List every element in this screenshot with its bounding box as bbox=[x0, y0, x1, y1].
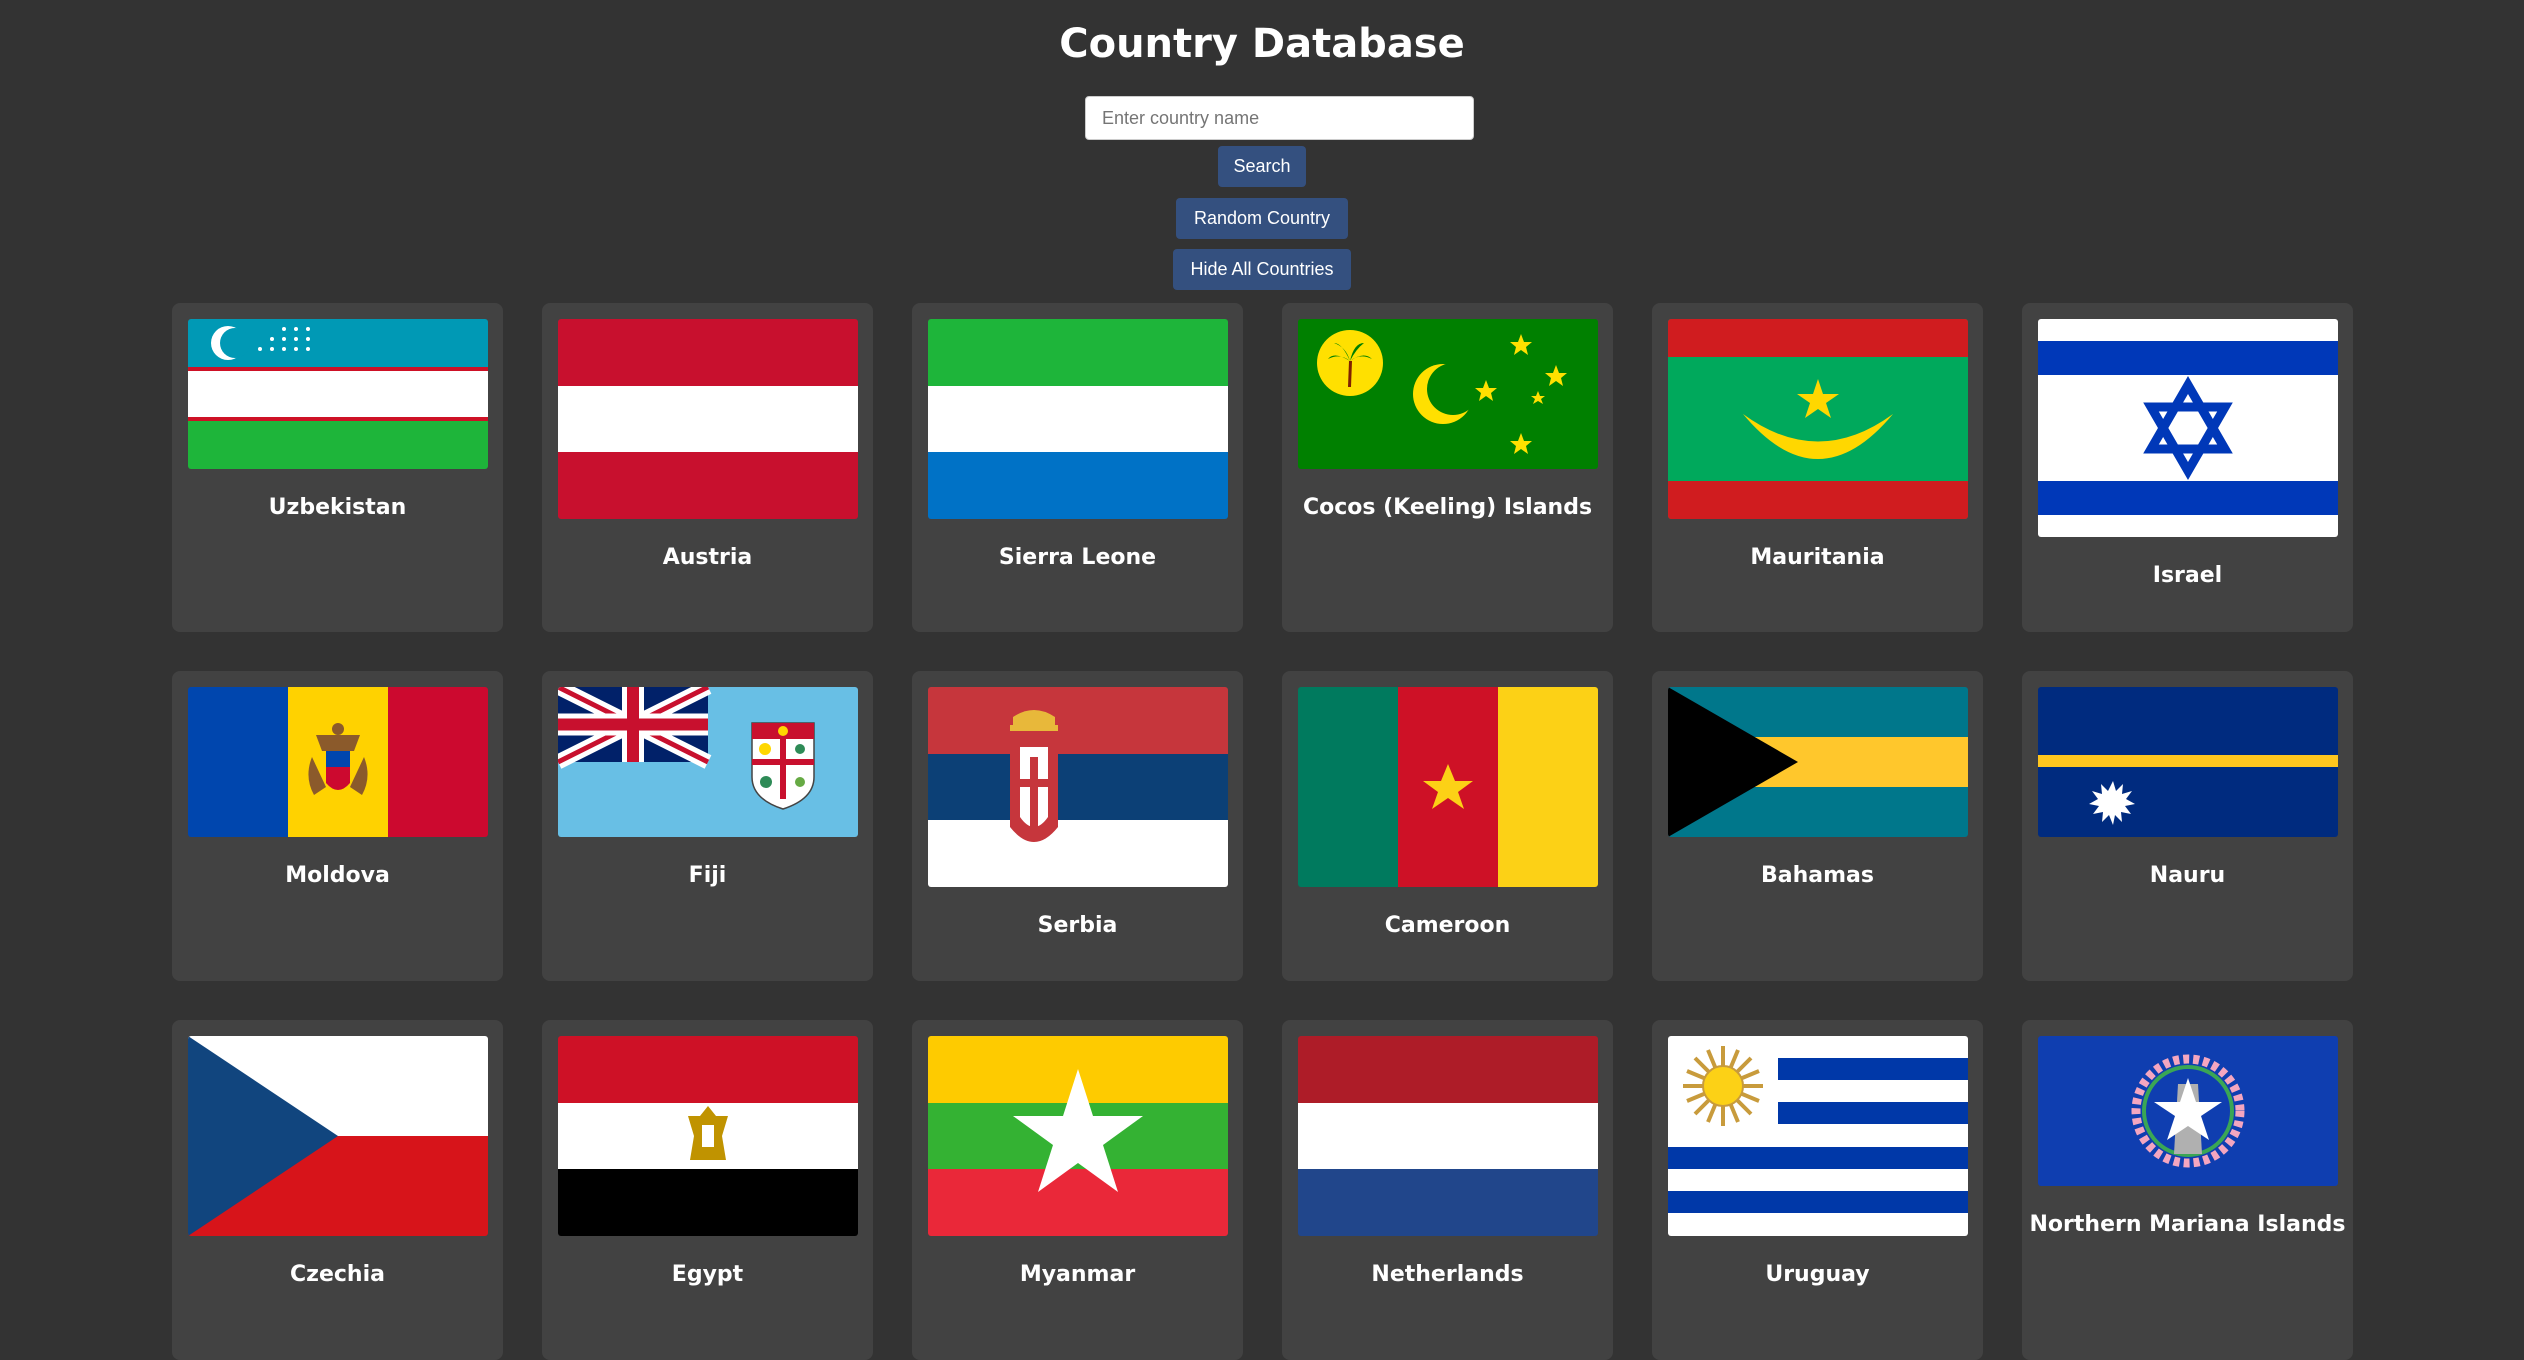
serbia-flag-icon bbox=[927, 687, 1228, 887]
country-name: Cameroon bbox=[1384, 913, 1511, 938]
country-card-mauritania[interactable]: Mauritania bbox=[1652, 303, 1983, 632]
hide-all-countries-button[interactable]: Hide All Countries bbox=[1173, 249, 1351, 290]
country-card-nauru[interactable]: Nauru bbox=[2022, 671, 2353, 981]
country-name: Czechia bbox=[290, 1262, 385, 1287]
country-name: Uzbekistan bbox=[268, 495, 407, 520]
mauritania-flag-icon bbox=[1667, 319, 1968, 519]
country-card-fiji[interactable]: Fiji bbox=[542, 671, 873, 981]
cameroon-flag-icon bbox=[1297, 687, 1598, 887]
country-name: Bahamas bbox=[1761, 863, 1874, 888]
austria-flag-icon bbox=[557, 319, 858, 519]
search-input[interactable] bbox=[1085, 96, 1474, 140]
country-card-uruguay[interactable]: Uruguay bbox=[1652, 1020, 1983, 1360]
country-name: Austria bbox=[662, 545, 753, 570]
country-name: Moldova bbox=[285, 863, 390, 888]
country-card-egypt[interactable]: Egypt bbox=[542, 1020, 873, 1360]
country-card-cameroon[interactable]: Cameroon bbox=[1282, 671, 1613, 981]
country-name: Israel bbox=[2152, 563, 2223, 588]
nauru-flag-icon bbox=[2037, 687, 2338, 837]
northern-mariana-islands-flag-icon bbox=[2037, 1036, 2338, 1186]
czechia-flag-icon bbox=[187, 1036, 488, 1236]
country-card-serbia[interactable]: Serbia bbox=[912, 671, 1243, 981]
moldova-flag-icon bbox=[187, 687, 488, 837]
country-name: Nauru bbox=[2149, 863, 2226, 888]
israel-flag-icon bbox=[2037, 319, 2338, 537]
page-title: Country Database bbox=[1059, 21, 1465, 67]
myanmar-flag-icon bbox=[927, 1036, 1228, 1236]
sierra-leone-flag-icon bbox=[927, 319, 1228, 519]
country-card-myanmar[interactable]: Myanmar bbox=[912, 1020, 1243, 1360]
country-name: Uruguay bbox=[1765, 1262, 1870, 1287]
country-card-netherlands[interactable]: Netherlands bbox=[1282, 1020, 1613, 1360]
country-card-moldova[interactable]: Moldova bbox=[172, 671, 503, 981]
country-name: Sierra Leone bbox=[998, 545, 1157, 570]
country-card-sierra-leone[interactable]: Sierra Leone bbox=[912, 303, 1243, 632]
country-name: Egypt bbox=[671, 1262, 744, 1287]
netherlands-flag-icon bbox=[1297, 1036, 1598, 1236]
random-country-button[interactable]: Random Country bbox=[1176, 198, 1348, 239]
country-card-uzbekistan[interactable]: Uzbekistan bbox=[172, 303, 503, 632]
country-card-czechia[interactable]: Czechia bbox=[172, 1020, 503, 1360]
country-name: Fiji bbox=[688, 863, 727, 888]
country-grid: Uzbekistan Austria Sierra Leone Cocos (K… bbox=[172, 303, 2353, 1360]
cocos-keeling-islands-flag-icon bbox=[1297, 319, 1598, 469]
country-name: Serbia bbox=[1037, 913, 1118, 938]
uzbekistan-flag-icon bbox=[187, 319, 488, 469]
country-name: Myanmar bbox=[1019, 1262, 1136, 1287]
uruguay-flag-icon bbox=[1667, 1036, 1968, 1236]
fiji-flag-icon bbox=[557, 687, 858, 837]
country-name: Mauritania bbox=[1750, 545, 1885, 570]
search-button[interactable]: Search bbox=[1218, 146, 1306, 187]
country-card-austria[interactable]: Austria bbox=[542, 303, 873, 632]
egypt-flag-icon bbox=[557, 1036, 858, 1236]
country-name: Cocos (Keeling) Islands bbox=[1302, 495, 1593, 520]
country-name: Netherlands bbox=[1371, 1262, 1524, 1287]
bahamas-flag-icon bbox=[1667, 687, 1968, 837]
country-card-northern-mariana-islands[interactable]: Northern Mariana Islands bbox=[2022, 1020, 2353, 1360]
country-name: Northern Mariana Islands bbox=[2029, 1212, 2346, 1237]
country-card-cocos-keeling-islands[interactable]: Cocos (Keeling) Islands bbox=[1282, 303, 1613, 632]
country-card-israel[interactable]: Israel bbox=[2022, 303, 2353, 632]
country-card-bahamas[interactable]: Bahamas bbox=[1652, 671, 1983, 981]
